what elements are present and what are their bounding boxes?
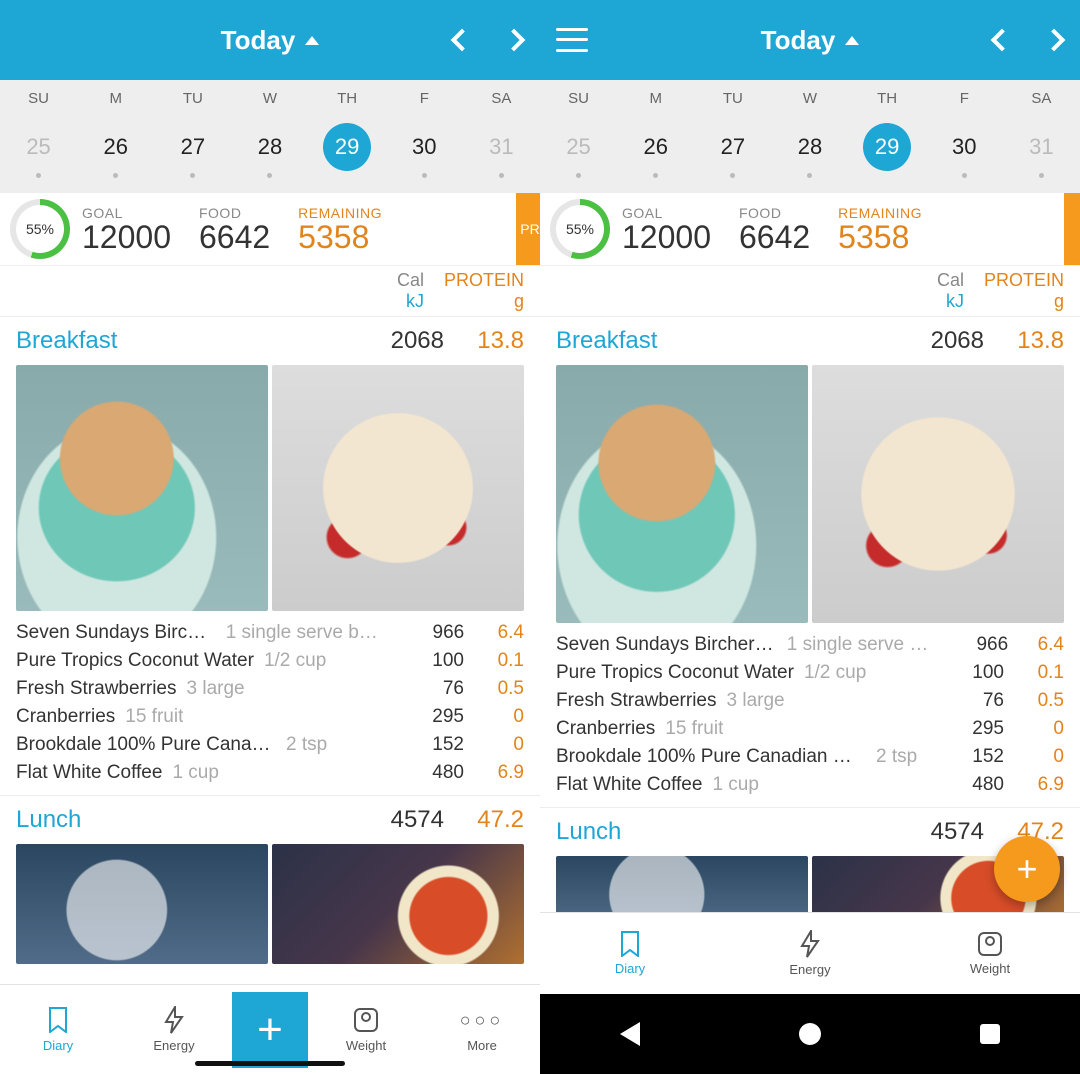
summary-row[interactable]: 55% GOAL12000 FOOD6642 REMAINING5358 PR	[0, 192, 540, 266]
meal-photo[interactable]	[272, 844, 524, 964]
android-home-button[interactable]	[799, 1023, 821, 1045]
unit-kj[interactable]: kJ	[397, 291, 424, 312]
food-row[interactable]: Fresh Strawberries3 large760.5	[556, 687, 1064, 715]
prev-day-button[interactable]	[991, 29, 1014, 52]
caret-up-icon	[845, 36, 859, 45]
food-row[interactable]: Seven Sundays Bircher & …1 single serve …	[556, 631, 1064, 659]
bolt-icon	[160, 1006, 188, 1034]
food-row[interactable]: Flat White Coffee1 cup4806.9	[16, 759, 524, 787]
food-value: 6642	[199, 221, 270, 253]
unit-protein-g: g	[444, 291, 524, 312]
bookmark-icon	[619, 931, 641, 957]
tab-diary[interactable]: Diary	[0, 985, 116, 1074]
day-th[interactable]: TH29	[849, 80, 926, 192]
summary-row[interactable]: 55% GOAL12000 FOOD6642 REMAINING5358	[540, 192, 1080, 266]
breakfast-items: Seven Sundays Bircher & …1 single serve …	[540, 623, 1080, 808]
meal-photo[interactable]	[556, 365, 808, 623]
android-nav-bar	[540, 994, 1080, 1074]
day-w[interactable]: W28	[231, 80, 308, 192]
food-row[interactable]: Flat White Coffee1 cup4806.9	[556, 771, 1064, 799]
day-w[interactable]: W28	[771, 80, 848, 192]
day-th[interactable]: TH29	[309, 80, 386, 192]
tab-diary[interactable]: Diary	[540, 913, 720, 994]
lunch-header[interactable]: Lunch 457447.2	[540, 808, 1080, 856]
topbar-title: Today	[761, 25, 836, 56]
lunch-header[interactable]: Lunch 457447.2	[0, 796, 540, 844]
unit-cal[interactable]: Cal	[937, 270, 964, 291]
date-picker[interactable]: Today	[221, 25, 320, 56]
tab-energy[interactable]: Energy	[720, 913, 900, 994]
phone-ios: Today SU25 M26 TU27 W28 TH29 F30 SA31 55…	[0, 0, 540, 1074]
food-row[interactable]: Brookdale 100% Pure Canadian Maple …2 ts…	[556, 743, 1064, 771]
food-row[interactable]: Seven Sundays Birch…1 single serve bowl9…	[16, 619, 524, 647]
android-recents-button[interactable]	[980, 1024, 1000, 1044]
meal-photo[interactable]	[812, 365, 1064, 623]
tab-bar: Diary Energy Weight	[540, 912, 1080, 994]
protein-chip[interactable]	[1064, 193, 1080, 265]
diary-scroll[interactable]: Breakfast 206813.8 Seven Sundays Birch…1…	[0, 317, 540, 1074]
day-sa[interactable]: SA31	[1003, 80, 1080, 192]
unit-kj[interactable]: kJ	[937, 291, 964, 312]
meal-photo[interactable]	[272, 365, 524, 611]
day-su[interactable]: SU25	[0, 80, 77, 192]
bookmark-icon	[44, 1006, 72, 1034]
day-sa[interactable]: SA31	[463, 80, 540, 192]
topbar: Today	[0, 0, 540, 80]
android-back-button[interactable]	[620, 1022, 640, 1046]
topbar: Today	[540, 0, 1080, 80]
meal-photo[interactable]	[16, 844, 268, 964]
home-indicator[interactable]	[195, 1061, 345, 1066]
units-row: CalkJ PROTEINg	[0, 266, 540, 317]
food-row[interactable]: Fresh Strawberries3 large760.5	[16, 675, 524, 703]
day-m[interactable]: M26	[617, 80, 694, 192]
unit-cal[interactable]: Cal	[397, 270, 424, 291]
topbar-title: Today	[221, 25, 296, 56]
date-picker[interactable]: Today	[761, 25, 860, 56]
next-day-button[interactable]	[503, 29, 526, 52]
more-icon: ○○○	[468, 1006, 496, 1034]
tab-more[interactable]: ○○○ More	[424, 985, 540, 1074]
bolt-icon	[799, 930, 821, 958]
breakfast-items: Seven Sundays Birch…1 single serve bowl9…	[0, 611, 540, 796]
progress-ring: 55%	[550, 199, 610, 259]
scale-icon	[352, 1006, 380, 1034]
next-day-button[interactable]	[1043, 29, 1066, 52]
day-tu[interactable]: TU27	[694, 80, 771, 192]
unit-protein[interactable]: PROTEIN	[444, 270, 524, 291]
unit-protein[interactable]: PROTEIN	[984, 270, 1064, 291]
day-tu[interactable]: TU27	[154, 80, 231, 192]
food-row[interactable]: Pure Tropics Coconut Water1/2 cup1000.1	[16, 647, 524, 675]
breakfast-photos	[0, 365, 540, 611]
remaining-value: 5358	[298, 221, 382, 253]
day-f[interactable]: F30	[386, 80, 463, 192]
breakfast-header[interactable]: Breakfast 206813.8	[0, 317, 540, 365]
lunch-photos	[0, 844, 540, 964]
plus-icon: +	[232, 992, 308, 1068]
unit-protein-g: g	[984, 291, 1064, 312]
phone-android: Today SU25 M26 TU27 W28 TH29 F30 SA31 55…	[540, 0, 1080, 1074]
meal-photo[interactable]	[16, 365, 268, 611]
week-strip: SU25 M26 TU27 W28 TH29 F30 SA31	[540, 80, 1080, 192]
breakfast-header[interactable]: Breakfast 206813.8	[540, 317, 1080, 365]
protein-chip[interactable]: PR	[516, 193, 540, 265]
day-su[interactable]: SU25	[540, 80, 617, 192]
prev-day-button[interactable]	[451, 29, 474, 52]
progress-ring: 55%	[10, 199, 70, 259]
day-m[interactable]: M26	[77, 80, 154, 192]
hamburger-menu-button[interactable]	[556, 24, 588, 56]
scale-icon	[977, 931, 1003, 957]
food-row[interactable]: Pure Tropics Coconut Water1/2 cup1000.1	[556, 659, 1064, 687]
day-f[interactable]: F30	[926, 80, 1003, 192]
fab-add-button[interactable]: +	[994, 836, 1060, 902]
units-row: CalkJ PROTEINg	[540, 266, 1080, 317]
food-row[interactable]: Cranberries15 fruit2950	[556, 715, 1064, 743]
food-row[interactable]: Cranberries15 fruit2950	[16, 703, 524, 731]
week-strip: SU25 M26 TU27 W28 TH29 F30 SA31	[0, 80, 540, 192]
food-row[interactable]: Brookdale 100% Pure Canadian …2 tsp1520	[16, 731, 524, 759]
goal-value: 12000	[82, 221, 171, 253]
tab-weight[interactable]: Weight	[900, 913, 1080, 994]
breakfast-photos	[540, 365, 1080, 623]
caret-up-icon	[305, 36, 319, 45]
